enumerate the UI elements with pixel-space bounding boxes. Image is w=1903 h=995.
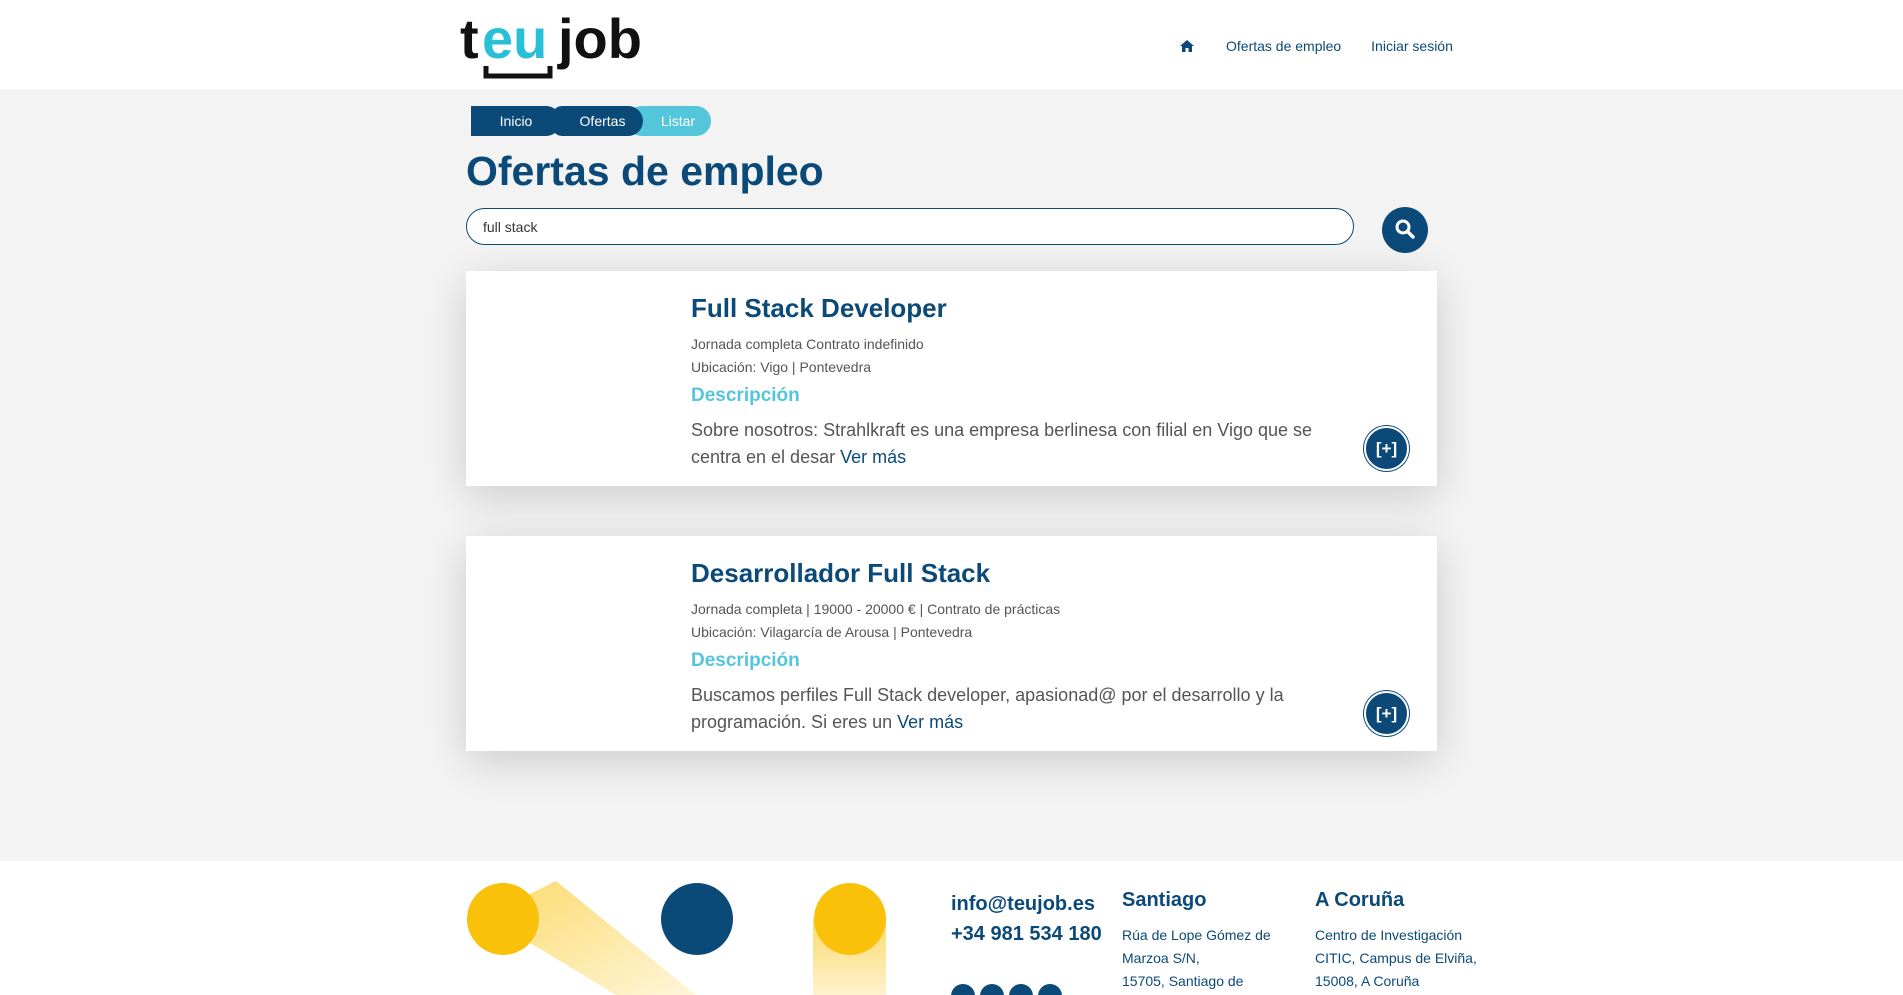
ver-mas-link[interactable]: Ver más [897, 712, 963, 732]
footer-santiago-line1: Rúa de Lope Gómez de [1122, 927, 1271, 943]
footer-coruna-line2: CITIC, Campus de Elviña, [1315, 950, 1477, 966]
footer-phone[interactable]: +34 981 534 180 [951, 919, 1102, 949]
job-description-text: Sobre nosotros: Strahlkraft es una empre… [691, 420, 1313, 467]
top-nav: Ofertas de empleo Iniciar sesión [1180, 38, 1453, 54]
x-icon[interactable] [951, 984, 975, 995]
job-card: Full Stack Developer Jornada completa Co… [466, 271, 1437, 486]
job-location: Ubicación: Vigo | Pontevedra [691, 359, 872, 375]
svg-text:job: job [557, 8, 642, 70]
footer-santiago: Santiago Rúa de Lope Gómez de Marzoa S/N… [1122, 889, 1292, 993]
footer-social [951, 984, 1062, 995]
footer-coruna-title: A Coruña [1315, 889, 1405, 911]
footer-santiago-title: Santiago [1122, 889, 1207, 911]
expand-button[interactable]: [+] [1364, 691, 1409, 736]
teujob-logo[interactable]: t eu job [460, 7, 645, 80]
facebook-icon[interactable] [1009, 984, 1033, 995]
search-icon [1395, 219, 1415, 242]
youtube-icon[interactable] [1038, 984, 1062, 995]
svg-text:t: t [460, 8, 479, 70]
breadcrumb-inicio[interactable]: Inicio [471, 106, 561, 136]
job-description: Buscamos perfiles Full Stack developer, … [691, 682, 1331, 736]
footer-coruna-line1: Centro de Investigación [1315, 927, 1463, 943]
footer-email[interactable]: info@teujob.es [951, 889, 1102, 919]
svg-text:eu: eu [482, 8, 547, 70]
job-meta: Jornada completa Contrato indefinido [691, 336, 924, 352]
expand-button[interactable]: [+] [1364, 426, 1409, 471]
footer-santiago-line3: 15705, Santiago de [1122, 973, 1244, 989]
job-description: Sobre nosotros: Strahlkraft es una empre… [691, 417, 1331, 471]
job-title[interactable]: Desarrollador Full Stack [691, 558, 990, 589]
job-description-text: Buscamos perfiles Full Stack developer, … [691, 685, 1284, 732]
nav-offers-link[interactable]: Ofertas de empleo [1226, 38, 1341, 54]
job-card: Desarrollador Full Stack Jornada complet… [466, 536, 1437, 751]
page-title: Ofertas de empleo [466, 148, 824, 194]
footer-santiago-line2: Marzoa S/N, [1122, 950, 1200, 966]
job-title[interactable]: Full Stack Developer [691, 293, 947, 324]
linkedin-icon[interactable] [980, 984, 1004, 995]
site-header: t eu job Ofertas de empleo Iniciar sesió… [0, 0, 1903, 89]
job-description-heading: Descripción [691, 385, 800, 406]
search-input[interactable] [466, 208, 1354, 245]
footer-coruna: A Coruña Centro de Investigación CITIC, … [1315, 889, 1495, 993]
job-meta: Jornada completa | 19000 - 20000 € | Con… [691, 601, 1061, 617]
site-footer: info@teujob.es +34 981 534 180 Santiago … [0, 861, 1903, 995]
footer-coruna-line3: 15008, A Coruña [1315, 973, 1420, 989]
footer-decoration [466, 861, 896, 995]
ver-mas-link[interactable]: Ver más [840, 447, 906, 467]
nav-login-link[interactable]: Iniciar sesión [1371, 38, 1453, 54]
breadcrumb-ofertas[interactable]: Ofertas [547, 106, 643, 136]
home-icon[interactable] [1180, 38, 1196, 54]
footer-contact: info@teujob.es +34 981 534 180 [951, 889, 1102, 949]
job-location: Ubicación: Vilagarcía de Arousa | Pontev… [691, 624, 973, 640]
job-description-heading: Descripción [691, 650, 800, 671]
search-button[interactable] [1382, 207, 1428, 253]
